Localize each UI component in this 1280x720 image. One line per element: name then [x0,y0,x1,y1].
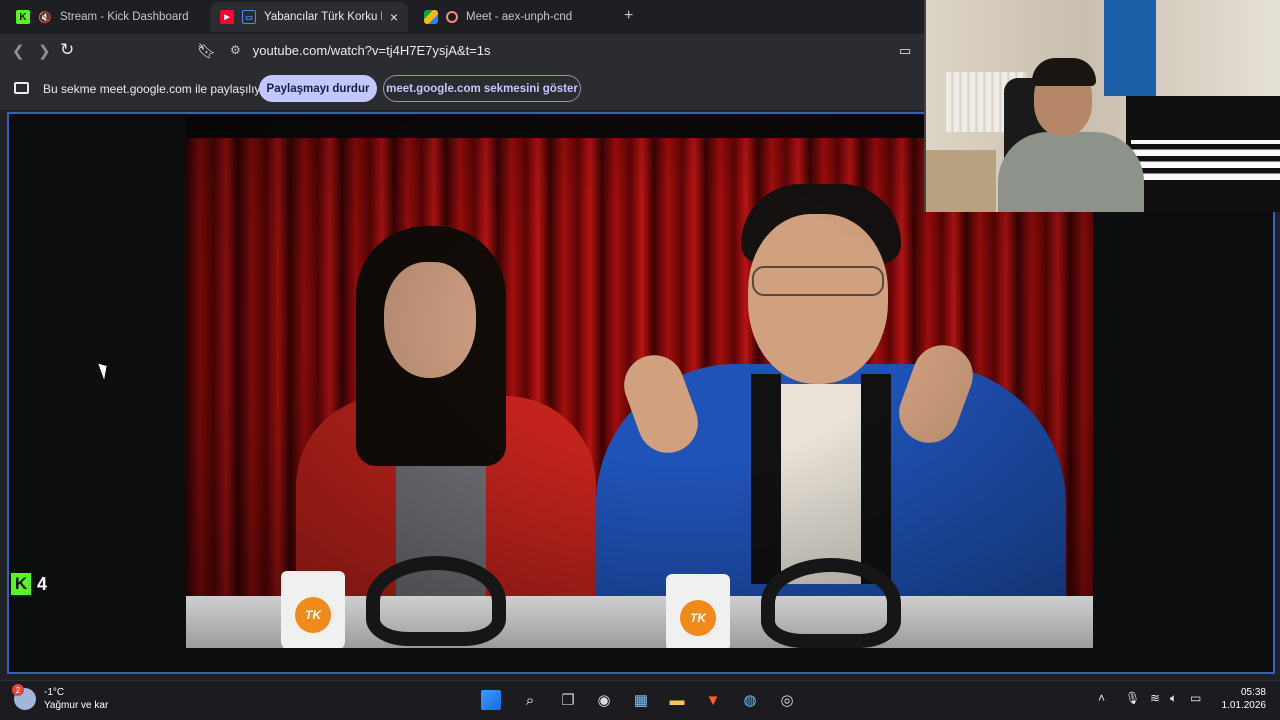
tab-title: Yabancılar Türk Korku Filmleri [264,11,382,23]
site-info-icon[interactable]: ⚙ [230,43,241,57]
microphone-icon[interactable]: 🎙︎ [1125,691,1140,705]
weather-widget[interactable]: 2 -1°C Yağmur ve kar [12,684,109,712]
viewer-count: 4 [37,573,48,594]
back-icon[interactable]: ❮ [12,42,25,60]
meet-icon [424,10,438,24]
battery-icon[interactable]: ▭ [1190,691,1201,705]
close-icon[interactable]: × [390,9,398,25]
striped-blanket [1131,140,1280,180]
temperature: -1°C [44,687,65,698]
hanging-jersey [1104,0,1156,96]
casting-icon: ▭ [242,10,256,24]
notification-badge: 2 [12,684,24,696]
mug-right: TK [666,574,730,648]
headphones-right [761,558,901,648]
mug-left: TK [281,571,345,648]
youtube-icon: ▶ [220,10,234,24]
streamer-hair [1032,58,1096,86]
streamer-body [998,132,1144,212]
sharing-message: Bu sekme meet.google.com ile paylaşılıyo… [43,82,272,96]
kick-icon: K [16,10,30,24]
clock-date: 1.01.2026 [1221,700,1267,711]
address-bar[interactable]: ⚙ youtube.com/watch?v=tj4H7E7ysjA&t=1s [222,38,922,62]
tab-title: Meet - aex-unph-cnd [466,11,573,23]
search-icon[interactable]: ⌕ [518,688,542,712]
obs-icon[interactable]: ◎ [775,688,799,712]
url-text: youtube.com/watch?v=tj4H7E7ysjA&t=1s [252,42,491,58]
rain-snow-icon: 2 [12,684,36,710]
stop-sharing-button[interactable]: Paylaşmayı durdur [259,75,377,102]
headphones-left [366,556,506,646]
windows-start-icon[interactable] [481,690,501,710]
steam-icon[interactable]: ◍ [738,688,762,712]
file-explorer-icon[interactable]: ▬ [665,688,689,712]
task-view-icon[interactable]: ❐ [556,688,580,712]
mug-logo: TK [680,600,716,636]
copilot-icon[interactable]: ◉ [592,688,616,712]
store-icon[interactable]: ▦ [629,688,653,712]
system-clock[interactable]: 05:38 1.01.2026 [1214,686,1267,712]
reload-icon[interactable]: ↻ [60,40,74,60]
chevron-up-icon[interactable]: ˄ [1098,691,1105,705]
webcam-overlay [924,0,1280,212]
kick-logo-icon: K [11,573,31,595]
tab-title: Stream - Kick Dashboard [60,11,189,23]
new-tab-button[interactable]: + [624,7,633,25]
volume-icon[interactable]: 🔈︎ [1170,691,1177,706]
tab-kick-dashboard[interactable]: K 🔇 Stream - Kick Dashboard [6,2,206,32]
tab-google-meet[interactable]: Meet - aex-unph-cnd [414,2,614,32]
muted-speaker-icon[interactable]: 🔇 [38,10,52,24]
bookmark-icon[interactable]: 🔖︎ [197,42,216,60]
kick-viewer-badge: K 4 [11,573,47,595]
clock-time: 05:38 [1240,687,1266,698]
recording-icon [446,11,458,23]
mug-logo: TK [295,597,331,633]
weather-condition: Yağmur ve kar [44,700,109,711]
brave-browser-icon[interactable]: ▼ [701,688,725,712]
forward-icon[interactable]: ❯ [38,42,51,60]
tab-youtube-video[interactable]: ▶ ▭ Yabancılar Türk Korku Filmleri × [210,2,408,32]
screen-share-icon [14,82,29,94]
show-meet-tab-button[interactable]: meet.google.com sekmesini göster [383,75,581,102]
wifi-icon[interactable]: ≋ [1150,691,1160,705]
